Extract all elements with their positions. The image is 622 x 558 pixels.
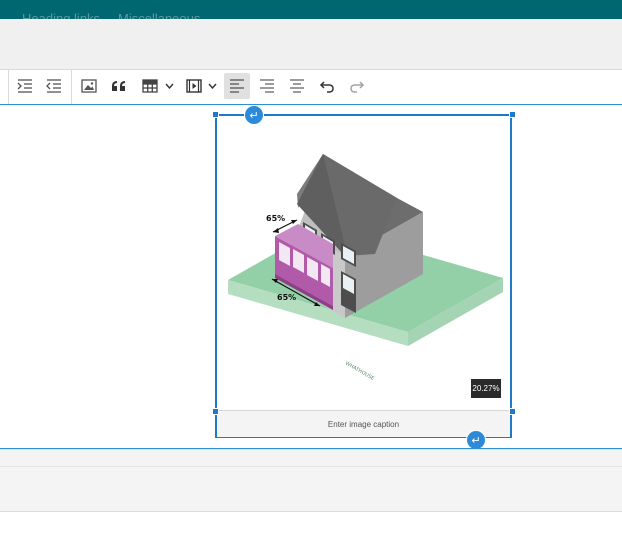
- insert-paragraph-before-button[interactable]: ↵: [245, 106, 263, 124]
- resize-percentage-badge: 20.27%: [471, 379, 501, 398]
- image-icon: [81, 79, 97, 93]
- nav-item-miscellaneous[interactable]: Miscellaneous: [118, 11, 200, 19]
- insert-paragraph-after-button[interactable]: ↵: [467, 431, 485, 449]
- resize-handle-top-left[interactable]: [212, 111, 219, 118]
- dimension-label: 65%: [277, 293, 296, 302]
- align-center-icon: [290, 79, 304, 93]
- align-right-icon: [260, 79, 274, 93]
- image-caption-field[interactable]: Enter image caption: [217, 410, 510, 437]
- media-icon: [186, 79, 202, 93]
- enter-icon: ↵: [249, 108, 259, 122]
- table-dropdown-arrow[interactable]: [163, 73, 175, 99]
- dimension-label: 65%: [266, 214, 285, 223]
- nav-item-heading-links[interactable]: Heading links: [22, 11, 100, 19]
- align-left-button[interactable]: [224, 73, 250, 99]
- align-right-button[interactable]: [254, 73, 280, 99]
- resize-handle-bottom-left[interactable]: [212, 408, 219, 415]
- insert-image-button[interactable]: [76, 73, 102, 99]
- illustration-watermark: WHATHOUSE: [344, 361, 375, 382]
- quote-icon: [112, 81, 125, 91]
- toolbar-separator: [8, 70, 9, 104]
- toolbar-separator: [71, 70, 72, 104]
- chevron-down-icon: [207, 83, 217, 89]
- status-bar-divider: [0, 466, 622, 467]
- resize-handle-top-right[interactable]: [509, 111, 516, 118]
- editor-status-bar: [0, 449, 622, 512]
- insert-table-button[interactable]: [137, 73, 163, 99]
- align-center-button[interactable]: [284, 73, 310, 99]
- media-dropdown-arrow[interactable]: [206, 73, 218, 99]
- redo-button[interactable]: [344, 73, 370, 99]
- redo-icon: [350, 81, 365, 93]
- insert-media-button[interactable]: [181, 73, 207, 99]
- undo-icon: [319, 81, 334, 93]
- indent-icon: [17, 79, 32, 93]
- outdent-icon: [46, 79, 61, 93]
- table-icon: [142, 79, 158, 93]
- indent-button[interactable]: [12, 73, 38, 99]
- blockquote-button[interactable]: [106, 73, 132, 99]
- resize-handle-bottom-right[interactable]: [509, 408, 516, 415]
- caption-placeholder: Enter image caption: [327, 419, 400, 429]
- chevron-down-icon: [164, 83, 174, 89]
- align-left-icon: [230, 79, 244, 93]
- outdent-button[interactable]: [41, 73, 67, 99]
- undo-button[interactable]: [314, 73, 340, 99]
- top-navigation: Heading links Miscellaneous: [0, 0, 622, 19]
- house-illustration[interactable]: WHATHOUSE 65% 65%: [217, 116, 510, 409]
- image-figure-widget[interactable]: WHATHOUSE 65% 65% Enter image caption: [215, 114, 512, 438]
- enter-icon: ↵: [471, 433, 481, 447]
- editor-header-band: [0, 19, 622, 70]
- editor-toolbar: [0, 70, 622, 104]
